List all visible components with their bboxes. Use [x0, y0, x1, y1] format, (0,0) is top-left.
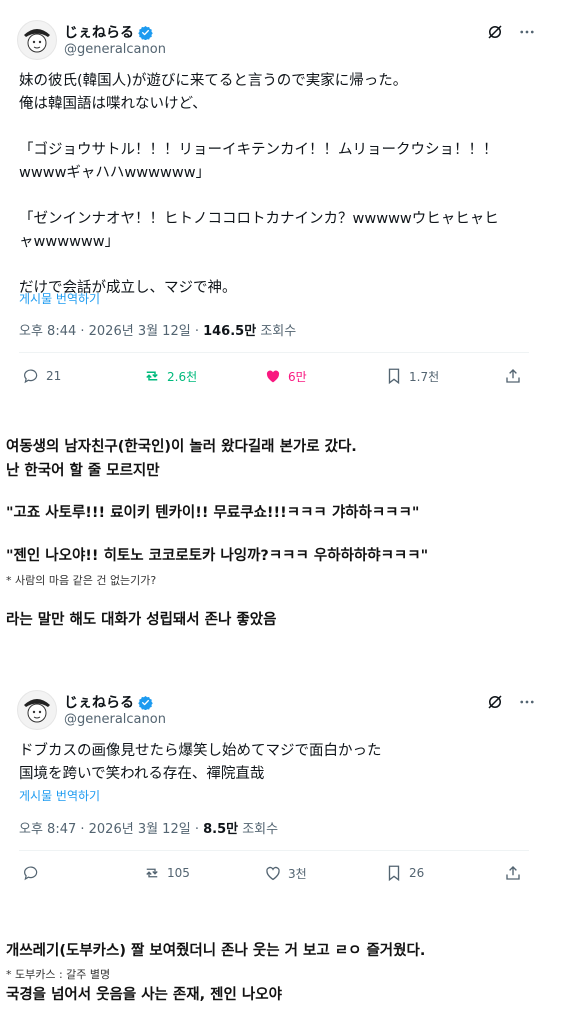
- view-count: 146.5만: [203, 324, 257, 339]
- bookmark-count: 26: [409, 866, 425, 880]
- heart-icon: [266, 866, 280, 881]
- bookmark-count: 1.7천: [409, 369, 440, 384]
- translate-post-link[interactable]: 게시물 번역하기: [19, 787, 100, 804]
- timestamp[interactable]: 오후 8:47 · 2026년 3월 12일 ·: [19, 822, 203, 837]
- top-icons: [486, 693, 536, 711]
- tweet-2: じぇねらる @generalcanon ドブカスの画像見せたら爆笑し始めてマジで…: [0, 670, 584, 900]
- verified-badge-icon: [138, 695, 153, 710]
- caption-2-line-1: 개쓰레기(도부카스) 짤 보여줬더니 존나 웃는 거 보고 ㄹㅇ 즐거웠다.: [6, 943, 426, 959]
- share-button[interactable]: [504, 367, 522, 385]
- caption-1-line-4: "젠인 나오야!! 히토노 코코로토카 나잉까?ㅋㅋㅋ 우하하하햐ㅋㅋㅋ": [6, 548, 429, 564]
- display-name[interactable]: じぇねらる: [64, 22, 134, 42]
- repost-button[interactable]: 2.6천: [143, 367, 197, 385]
- like-count: 3천: [288, 866, 307, 881]
- repost-icon: [146, 371, 158, 381]
- caption-1-note: * 사람의 마음 같은 건 없는기가?: [6, 574, 157, 587]
- name-row: じぇねらる: [64, 692, 153, 712]
- tweet-meta: 오후 8:44 · 2026년 3월 12일 · 146.5만 조회수: [19, 320, 296, 339]
- caption-2-note: * 도부카스 : 갈주 별명: [6, 968, 111, 981]
- repost-icon: [146, 868, 158, 878]
- like-button[interactable]: 3천: [264, 864, 307, 882]
- repost-count: 2.6천: [167, 369, 198, 384]
- caption-1-line-1: 여동생의 남자친구(한국인)이 놀러 왔다길래 본가로 갔다.: [6, 439, 357, 455]
- top-icons: [486, 23, 536, 41]
- verified-badge-icon: [138, 25, 153, 40]
- tweet-text: 妹の彼氏(韓国人)が遊びに来てると言うので実家に帰った。 俺は韓国語は喋れないけ…: [19, 73, 499, 296]
- repost-button[interactable]: 105: [143, 864, 190, 882]
- tweet-meta: 오후 8:47 · 2026년 3월 12일 · 8.5만 조회수: [19, 818, 278, 837]
- heart-icon: [266, 370, 280, 383]
- caption-1-line-3: "고죠 사토루!!! 료이키 텐카이!! 무료쿠쇼!!!ㅋㅋㅋ 갸하하ㅋㅋㅋ": [6, 505, 420, 521]
- caption-1-line-2: 난 한국어 할 줄 모르지만: [6, 463, 160, 479]
- avatar-image: [24, 29, 50, 53]
- reply-icon: [24, 866, 38, 881]
- view-count: 8.5만: [203, 822, 239, 837]
- grok-icon[interactable]: [486, 693, 504, 711]
- reply-icon: [24, 369, 38, 384]
- share-icon: [506, 369, 520, 383]
- handle[interactable]: @generalcanon: [64, 712, 166, 727]
- avatar-image: [24, 699, 50, 723]
- bookmark-button[interactable]: 26: [385, 864, 424, 882]
- reply-button[interactable]: 21: [22, 367, 61, 385]
- name-row: じぇねらる: [64, 22, 153, 42]
- reply-button[interactable]: [22, 864, 46, 882]
- bookmark-button[interactable]: 1.7천: [385, 367, 439, 385]
- caption-1-line-5: 라는 말만 해도 대화가 성립돼서 존나 좋았음: [6, 612, 277, 628]
- views-label: 조회수: [256, 324, 297, 339]
- divider: [19, 352, 529, 353]
- bookmark-icon: [388, 368, 400, 385]
- tweet-text: ドブカスの画像見せたら爆笑し始めてマジで面白かった 国境を跨いで笑われる存在、禪…: [19, 743, 382, 782]
- handle[interactable]: @generalcanon: [64, 42, 166, 57]
- translate-post-link[interactable]: 게시물 번역하기: [19, 290, 100, 307]
- share-icon: [506, 866, 520, 880]
- repost-count: 105: [167, 866, 190, 880]
- caption-2-line-2: 국경을 넘어서 웃음을 사는 존재, 젠인 나오야: [6, 987, 282, 1003]
- divider: [19, 850, 529, 851]
- display-name[interactable]: じぇねらる: [64, 692, 134, 712]
- share-button[interactable]: [504, 864, 522, 882]
- avatar[interactable]: [17, 20, 57, 60]
- views-label: 조회수: [238, 822, 279, 837]
- like-button[interactable]: 6만: [264, 367, 307, 385]
- tweet-1: じぇねらる @generalcanon 妹の彼氏(韓国人)が遊びに来てると言うの…: [0, 0, 584, 400]
- bookmark-icon: [388, 865, 400, 882]
- grok-icon[interactable]: [486, 23, 504, 41]
- timestamp[interactable]: 오후 8:44 · 2026년 3월 12일 ·: [19, 324, 203, 339]
- more-icon[interactable]: [518, 23, 536, 41]
- avatar[interactable]: [17, 690, 57, 730]
- more-icon[interactable]: [518, 693, 536, 711]
- like-count: 6만: [288, 369, 307, 384]
- reply-count: 21: [46, 369, 62, 383]
